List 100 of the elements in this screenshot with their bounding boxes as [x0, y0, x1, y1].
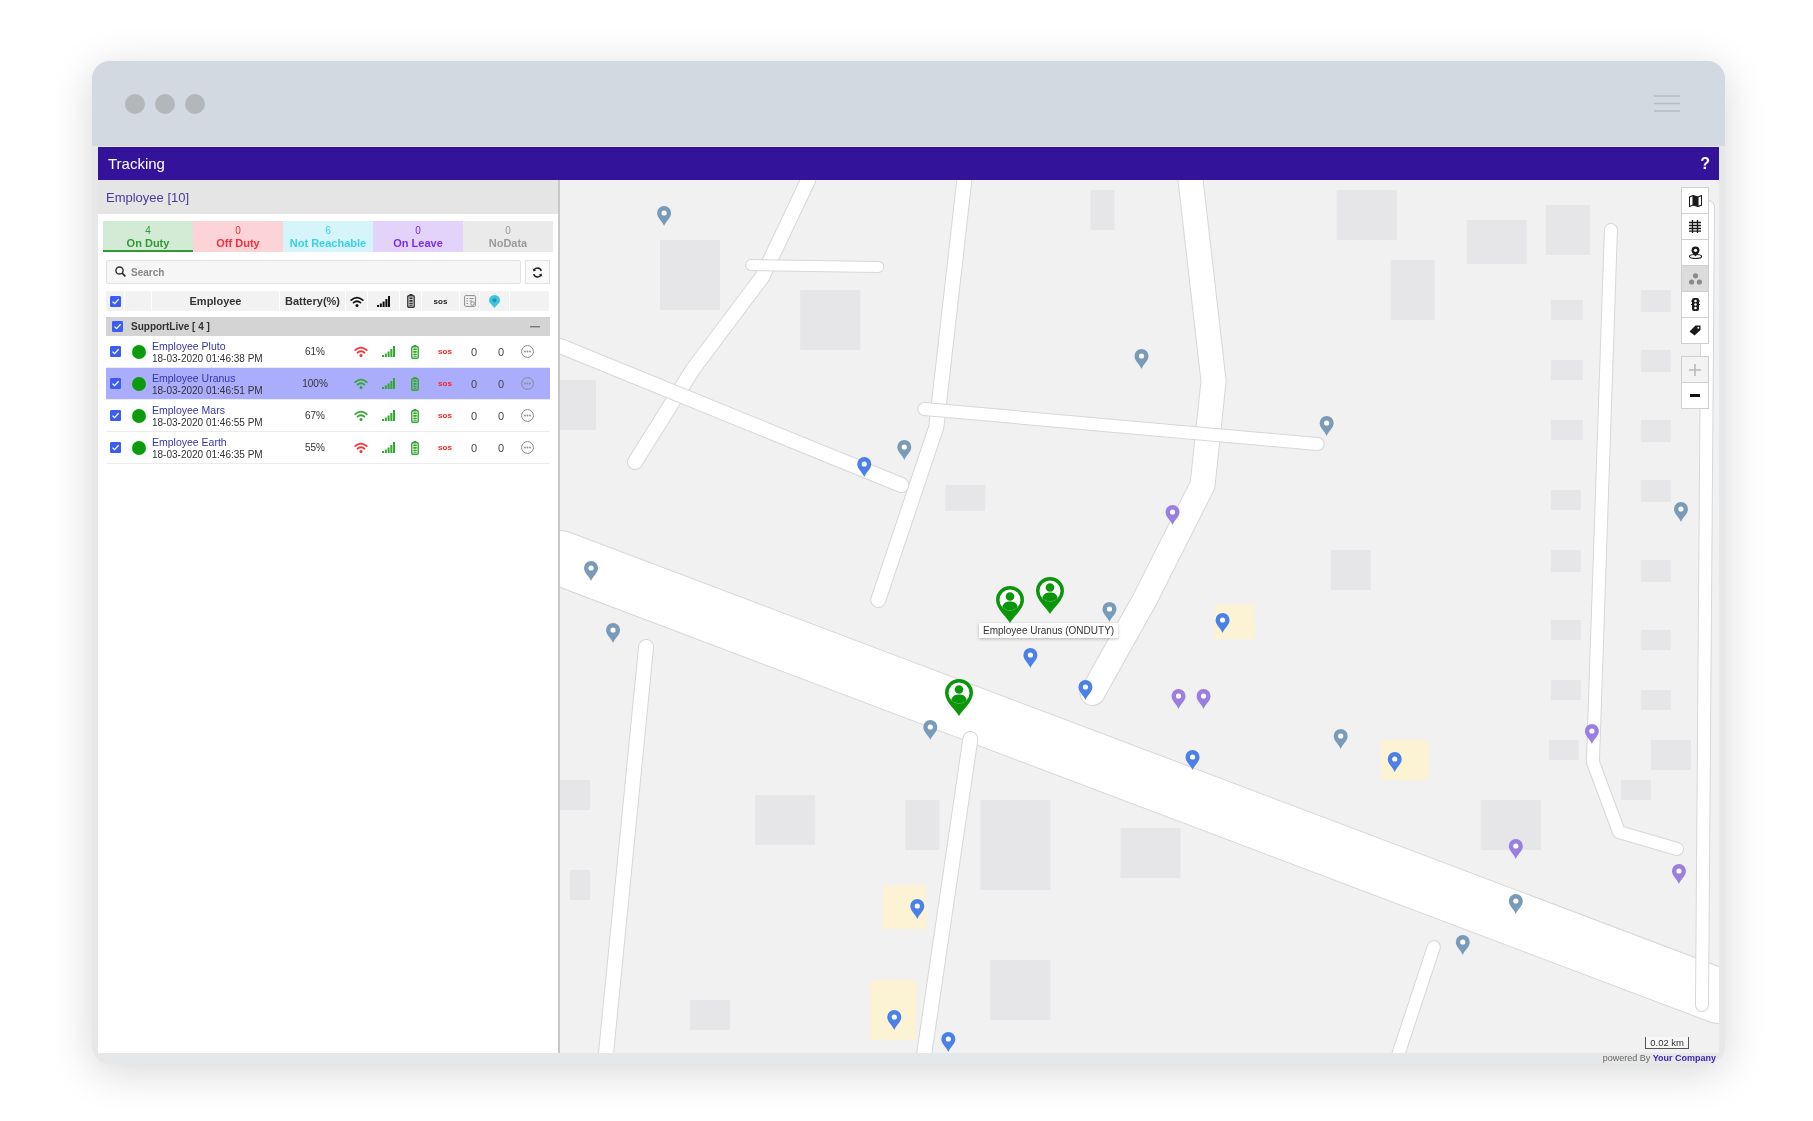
- group-name: SupportLive [ 4 ]: [131, 321, 211, 332]
- employee-row[interactable]: Employee Mars 18-03-2020 01:46:55 PM 67% sos 0 0: [106, 400, 550, 432]
- refresh-icon: [532, 266, 543, 278]
- map-pin-icon[interactable]: [857, 457, 872, 477]
- search-field[interactable]: Search: [106, 260, 521, 284]
- timestamp: 18-03-2020 01:46:55 PM: [152, 416, 263, 428]
- map-pin-icon[interactable]: [1171, 689, 1186, 709]
- refresh-button[interactable]: [525, 260, 550, 284]
- column-header: sos: [433, 296, 448, 306]
- building-footprint: [870, 980, 917, 1040]
- employee-name: Employee Pluto: [152, 339, 226, 352]
- more-options-icon[interactable]: [520, 409, 534, 422]
- checkbox[interactable]: [110, 442, 121, 453]
- map-pin-icon[interactable]: [1185, 750, 1200, 770]
- checkbox[interactable]: [112, 321, 123, 332]
- battery-icon: [411, 440, 419, 455]
- map-layer-button[interactable]: [1681, 291, 1709, 318]
- map-pin-icon[interactable]: [1102, 602, 1117, 622]
- timestamp: 18-03-2020 01:46:51 PM: [152, 384, 263, 396]
- person-pin-icon: [1688, 246, 1702, 259]
- map-pin-icon[interactable]: [941, 1032, 956, 1052]
- map-pin-icon[interactable]: [1134, 349, 1149, 369]
- map-pin-icon[interactable]: [606, 623, 621, 643]
- building-footprint: [560, 780, 591, 810]
- timestamp: 18-03-2020 01:46:38 PM: [152, 352, 263, 364]
- zoom-out-button[interactable]: [1681, 382, 1709, 409]
- count-value: 0: [497, 441, 505, 454]
- signal-bars-icon: [381, 410, 395, 421]
- map-pin-icon[interactable]: [1584, 724, 1599, 744]
- timestamp: 18-03-2020 01:46:35 PM: [152, 448, 263, 460]
- powered-by-text: powered By Your Company: [1602, 1053, 1716, 1064]
- map-pin-icon[interactable]: [657, 206, 672, 226]
- minus-icon: [1690, 394, 1700, 397]
- person-map-marker-icon[interactable]: [996, 586, 1024, 623]
- group-row[interactable]: SupportLive [ 4 ]: [106, 317, 550, 336]
- battery-percent: 67%: [305, 410, 325, 421]
- traffic-light-icon: [1690, 298, 1700, 311]
- count-value: 0: [470, 345, 478, 358]
- help-button[interactable]: ?: [1700, 154, 1710, 173]
- window-control-icon: [185, 93, 205, 114]
- map-pin-icon[interactable]: [1196, 689, 1211, 709]
- map-scale: 0.02 km: [1645, 1037, 1689, 1049]
- sos-label: sos: [438, 443, 452, 452]
- employee-row[interactable]: Employee Uranus 18-03-2020 01:46:51 PM 100% sos 0 0: [106, 368, 550, 400]
- map-pin-icon[interactable]: [1673, 502, 1688, 522]
- railway-track-icon: [1689, 220, 1701, 233]
- map-pin-icon[interactable]: [1671, 864, 1686, 884]
- checkbox[interactable]: [109, 295, 121, 307]
- map-pin-icon[interactable]: [1165, 505, 1180, 525]
- map-pin-icon[interactable]: [1387, 752, 1402, 772]
- map-layer-button[interactable]: [1681, 187, 1709, 214]
- map-pin-icon[interactable]: [897, 440, 912, 460]
- column-header: Employee: [189, 295, 242, 307]
- person-map-marker-icon[interactable]: [1036, 577, 1064, 614]
- battery-percent: 55%: [305, 442, 325, 453]
- window-control-icon: [155, 93, 175, 114]
- map-pin-icon[interactable]: [1023, 648, 1038, 668]
- map-pin-icon[interactable]: [1333, 729, 1348, 749]
- map-layer-button[interactable]: [1681, 239, 1709, 266]
- count-value: 0: [470, 441, 478, 454]
- checkbox[interactable]: [110, 410, 121, 421]
- map-pin-icon[interactable]: [1078, 680, 1093, 700]
- tag-icon: [1689, 325, 1701, 336]
- employee-name: Employee Mars: [152, 403, 225, 416]
- location-pin-icon: [489, 294, 500, 308]
- plus-icon: [1689, 363, 1701, 376]
- map-pin-icon[interactable]: [923, 720, 938, 740]
- building-footprint: [560, 380, 597, 430]
- window-control-icon: [125, 93, 145, 114]
- map-layer-button[interactable]: [1681, 213, 1709, 240]
- map-pin-icon[interactable]: [1215, 613, 1230, 633]
- map-pin-icon[interactable]: [910, 899, 925, 919]
- map-layer-button[interactable]: [1681, 317, 1709, 344]
- checkbox[interactable]: [110, 346, 121, 357]
- wifi-icon: [349, 295, 364, 307]
- building-footprint: [882, 885, 927, 929]
- checkbox[interactable]: [110, 378, 121, 389]
- signal-bars-icon: [381, 346, 395, 357]
- count-value: 0: [497, 377, 505, 390]
- map-pin-icon[interactable]: [887, 1010, 902, 1030]
- map-pin-icon[interactable]: [1508, 894, 1523, 914]
- sos-label: sos: [438, 379, 452, 388]
- building-footprint: [1480, 800, 1541, 850]
- column-header: Battery(%): [285, 295, 340, 307]
- map-pin-icon[interactable]: [1455, 935, 1470, 955]
- employee-name: Employee Earth: [152, 435, 227, 448]
- map-pin-icon[interactable]: [584, 561, 599, 581]
- signal-bars-icon: [377, 295, 390, 307]
- status-tab[interactable]: 0 On Leave: [373, 221, 463, 252]
- employee-row[interactable]: Employee Earth 18-03-2020 01:46:35 PM 55% sos 0 0: [106, 432, 550, 464]
- battery-icon: [406, 294, 415, 308]
- more-options-icon[interactable]: [520, 345, 534, 358]
- map-pin-icon[interactable]: [1508, 839, 1523, 859]
- person-map-marker-icon[interactable]: [945, 679, 973, 716]
- battery-percent: 100%: [302, 378, 328, 389]
- more-options-icon[interactable]: [520, 441, 534, 454]
- signal-bars-icon: [381, 442, 395, 453]
- battery-icon: [411, 344, 419, 359]
- collapse-icon[interactable]: [530, 325, 540, 328]
- map-pin-icon[interactable]: [1319, 416, 1334, 436]
